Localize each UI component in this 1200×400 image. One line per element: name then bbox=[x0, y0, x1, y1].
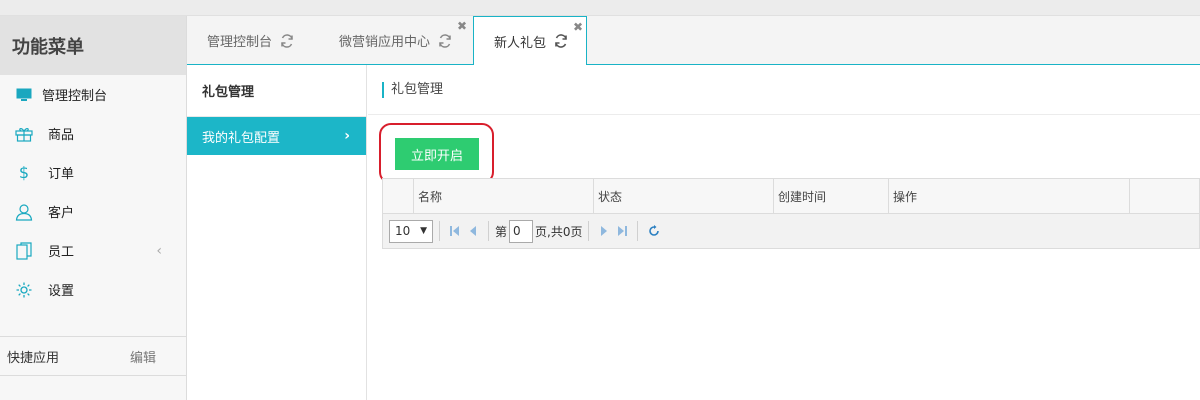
sub-navigation: 礼包管理 我的礼包配置 › bbox=[187, 65, 367, 400]
sidebar-item-staff[interactable]: 员工 ‹ bbox=[0, 231, 186, 270]
subnav-item-my-gift-config[interactable]: 我的礼包配置 › bbox=[187, 117, 366, 155]
quick-apps-label: 快捷应用 bbox=[7, 350, 60, 366]
tab-label: 管理控制台 bbox=[207, 35, 273, 50]
data-grid: 名称 状态 创建时间 操作 10 ▼ 第 0 页,共0页 bbox=[382, 178, 1200, 249]
user-icon bbox=[0, 203, 48, 221]
sidebar-item-label: 商品 bbox=[48, 128, 75, 143]
separator bbox=[637, 221, 639, 241]
gift-icon bbox=[0, 126, 48, 142]
sidebar-item-label: 员工 bbox=[48, 245, 75, 260]
main-content: 礼包管理 立即开启 名称 状态 创建时间 操作 10 ▼ 第 0 页,共0页 bbox=[368, 65, 1200, 400]
close-icon[interactable]: ✖ bbox=[457, 19, 467, 33]
document-icon bbox=[0, 241, 48, 260]
grid-header-checkbox-col bbox=[383, 179, 414, 213]
subnav-title: 礼包管理 bbox=[187, 65, 366, 117]
page-size-select[interactable]: 10 ▼ bbox=[389, 219, 433, 243]
first-page-icon[interactable] bbox=[446, 226, 464, 236]
sidebar-item-label: 订单 bbox=[48, 167, 75, 182]
gear-icon bbox=[0, 281, 48, 299]
sidebar-menu: 管理控制台 商品 $ 订单 客户 员工 ‹ 设置 bbox=[0, 75, 186, 309]
sidebar-item-settings[interactable]: 设置 bbox=[0, 270, 186, 309]
sidebar-item-customers[interactable]: 客户 bbox=[0, 192, 186, 231]
grid-header-filler bbox=[1130, 179, 1199, 213]
open-now-button[interactable]: 立即开启 bbox=[395, 138, 479, 170]
column-header-name[interactable]: 名称 bbox=[414, 179, 594, 213]
page-prefix: 第 bbox=[495, 224, 508, 239]
refresh-icon[interactable] bbox=[554, 34, 568, 48]
page-number-input[interactable]: 0 bbox=[509, 219, 534, 243]
last-page-icon[interactable] bbox=[613, 226, 631, 236]
tab-dashboard[interactable]: 管理控制台 bbox=[207, 16, 327, 65]
separator bbox=[488, 221, 489, 241]
quick-apps-bar: 快捷应用 编辑 bbox=[0, 336, 186, 376]
monitor-icon bbox=[0, 88, 48, 102]
dollar-icon: $ bbox=[18, 163, 30, 182]
prev-page-icon[interactable] bbox=[464, 226, 482, 236]
caret-down-icon: ▼ bbox=[420, 226, 427, 236]
tab-label: 新人礼包 bbox=[494, 35, 547, 51]
refresh-icon[interactable] bbox=[438, 33, 452, 48]
chevron-right-icon: › bbox=[344, 128, 350, 144]
chevron-left-icon: ‹ bbox=[156, 242, 162, 259]
sidebar-item-dashboard[interactable]: 管理控制台 bbox=[0, 75, 186, 114]
top-strip bbox=[0, 0, 1200, 16]
column-header-actions[interactable]: 操作 bbox=[889, 179, 1130, 213]
refresh-icon[interactable] bbox=[280, 33, 294, 48]
breadcrumb: 礼包管理 bbox=[382, 82, 443, 98]
subnav-item-label: 我的礼包配置 bbox=[202, 130, 281, 146]
column-header-status[interactable]: 状态 bbox=[594, 179, 774, 213]
grid-header: 名称 状态 创建时间 操作 bbox=[383, 179, 1199, 214]
sidebar-title: 功能菜单 bbox=[0, 16, 186, 75]
sidebar: 功能菜单 管理控制台 商品 $ 订单 客户 员工 ‹ 设置 快捷应用 编辑 bbox=[0, 16, 187, 400]
next-page-icon[interactable] bbox=[595, 226, 613, 236]
page-size-value: 10 bbox=[395, 224, 411, 238]
sidebar-item-label: 设置 bbox=[48, 284, 75, 299]
sidebar-item-label: 客户 bbox=[48, 206, 75, 221]
close-icon[interactable]: ✖ bbox=[573, 20, 583, 34]
refresh-icon[interactable] bbox=[644, 225, 664, 237]
pagination-bar: 10 ▼ 第 0 页,共0页 bbox=[383, 214, 1199, 248]
column-header-created[interactable]: 创建时间 bbox=[774, 179, 889, 213]
page-suffix: 页,共0页 bbox=[535, 224, 583, 239]
sidebar-item-products[interactable]: 商品 bbox=[0, 114, 186, 153]
tab-bar: 管理控制台 微营销应用中心 ✖ 新人礼包 ✖ bbox=[187, 16, 1200, 66]
tab-newcomer-gift[interactable]: 新人礼包 ✖ bbox=[473, 16, 587, 66]
edit-link[interactable]: 编辑 bbox=[130, 347, 156, 366]
sidebar-item-label: 管理控制台 bbox=[42, 89, 108, 104]
tab-label: 微营销应用中心 bbox=[339, 35, 431, 50]
separator bbox=[439, 221, 440, 241]
divider bbox=[368, 114, 1200, 115]
separator bbox=[588, 221, 590, 241]
tab-marketing-center[interactable]: 微营销应用中心 ✖ bbox=[339, 16, 469, 65]
sidebar-item-orders[interactable]: $ 订单 bbox=[0, 153, 186, 192]
